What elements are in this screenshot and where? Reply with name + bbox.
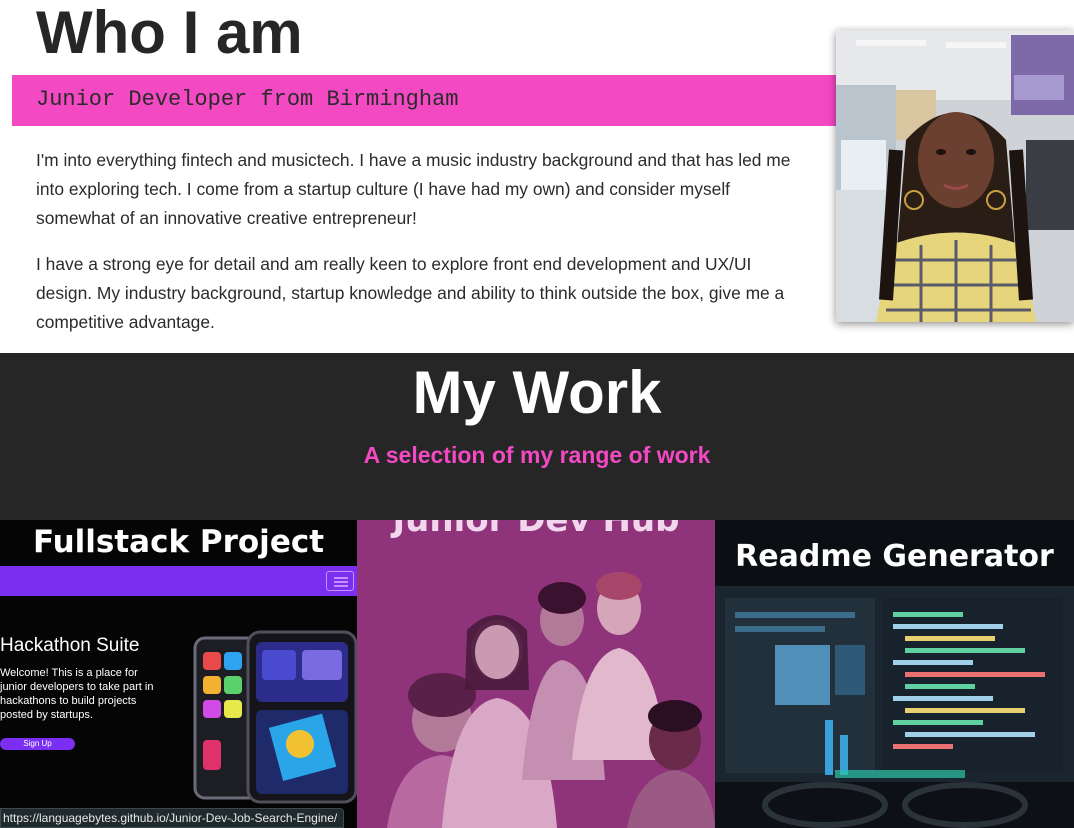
work-subtitle: A selection of my range of work [363,442,711,468]
project-title: Fullstack Project [32,524,325,560]
work-title: My Work [412,359,662,426]
menu-icon [326,571,354,591]
project-title: Junior Dev Hub [392,520,680,540]
about-title: Who I am [36,0,303,66]
about-paragraph: I have a strong eye for detail and am re… [36,254,785,332]
project-title: Readme Generator [735,539,1054,574]
project-card-fullstack[interactable]: Fullstack Project Hackathon Suite Welcom… [0,520,357,828]
about-paragraph: I'm into everything fintech and musictec… [36,150,791,228]
profile-photo [836,30,1074,322]
about-section: Who I am Junior Developer from Birmingha… [0,0,1074,353]
project-card-junior-dev-hub[interactable]: Junior Dev Hub [357,520,715,828]
subtitle-band: Junior Developer from Birmingham [12,75,836,126]
thumbnail-signup-button: Sign Up [0,738,75,750]
link-status-bar: https://languagebytes.github.io/Junior-D… [0,808,345,828]
work-section: My Work A selection of my range of work [0,353,1074,520]
projects-gallery: Fullstack Project Hackathon Suite Welcom… [0,520,1074,828]
project-card-readme-generator[interactable]: Readme Generator [715,520,1074,828]
thumbnail-heading: Hackathon Suite [0,635,140,656]
about-subtitle: Junior Developer from Birmingham [36,87,459,112]
junior-dev-hub-thumbnail [357,520,715,828]
thumbnail-text: Welcome! This is a place for junior deve… [0,667,154,721]
